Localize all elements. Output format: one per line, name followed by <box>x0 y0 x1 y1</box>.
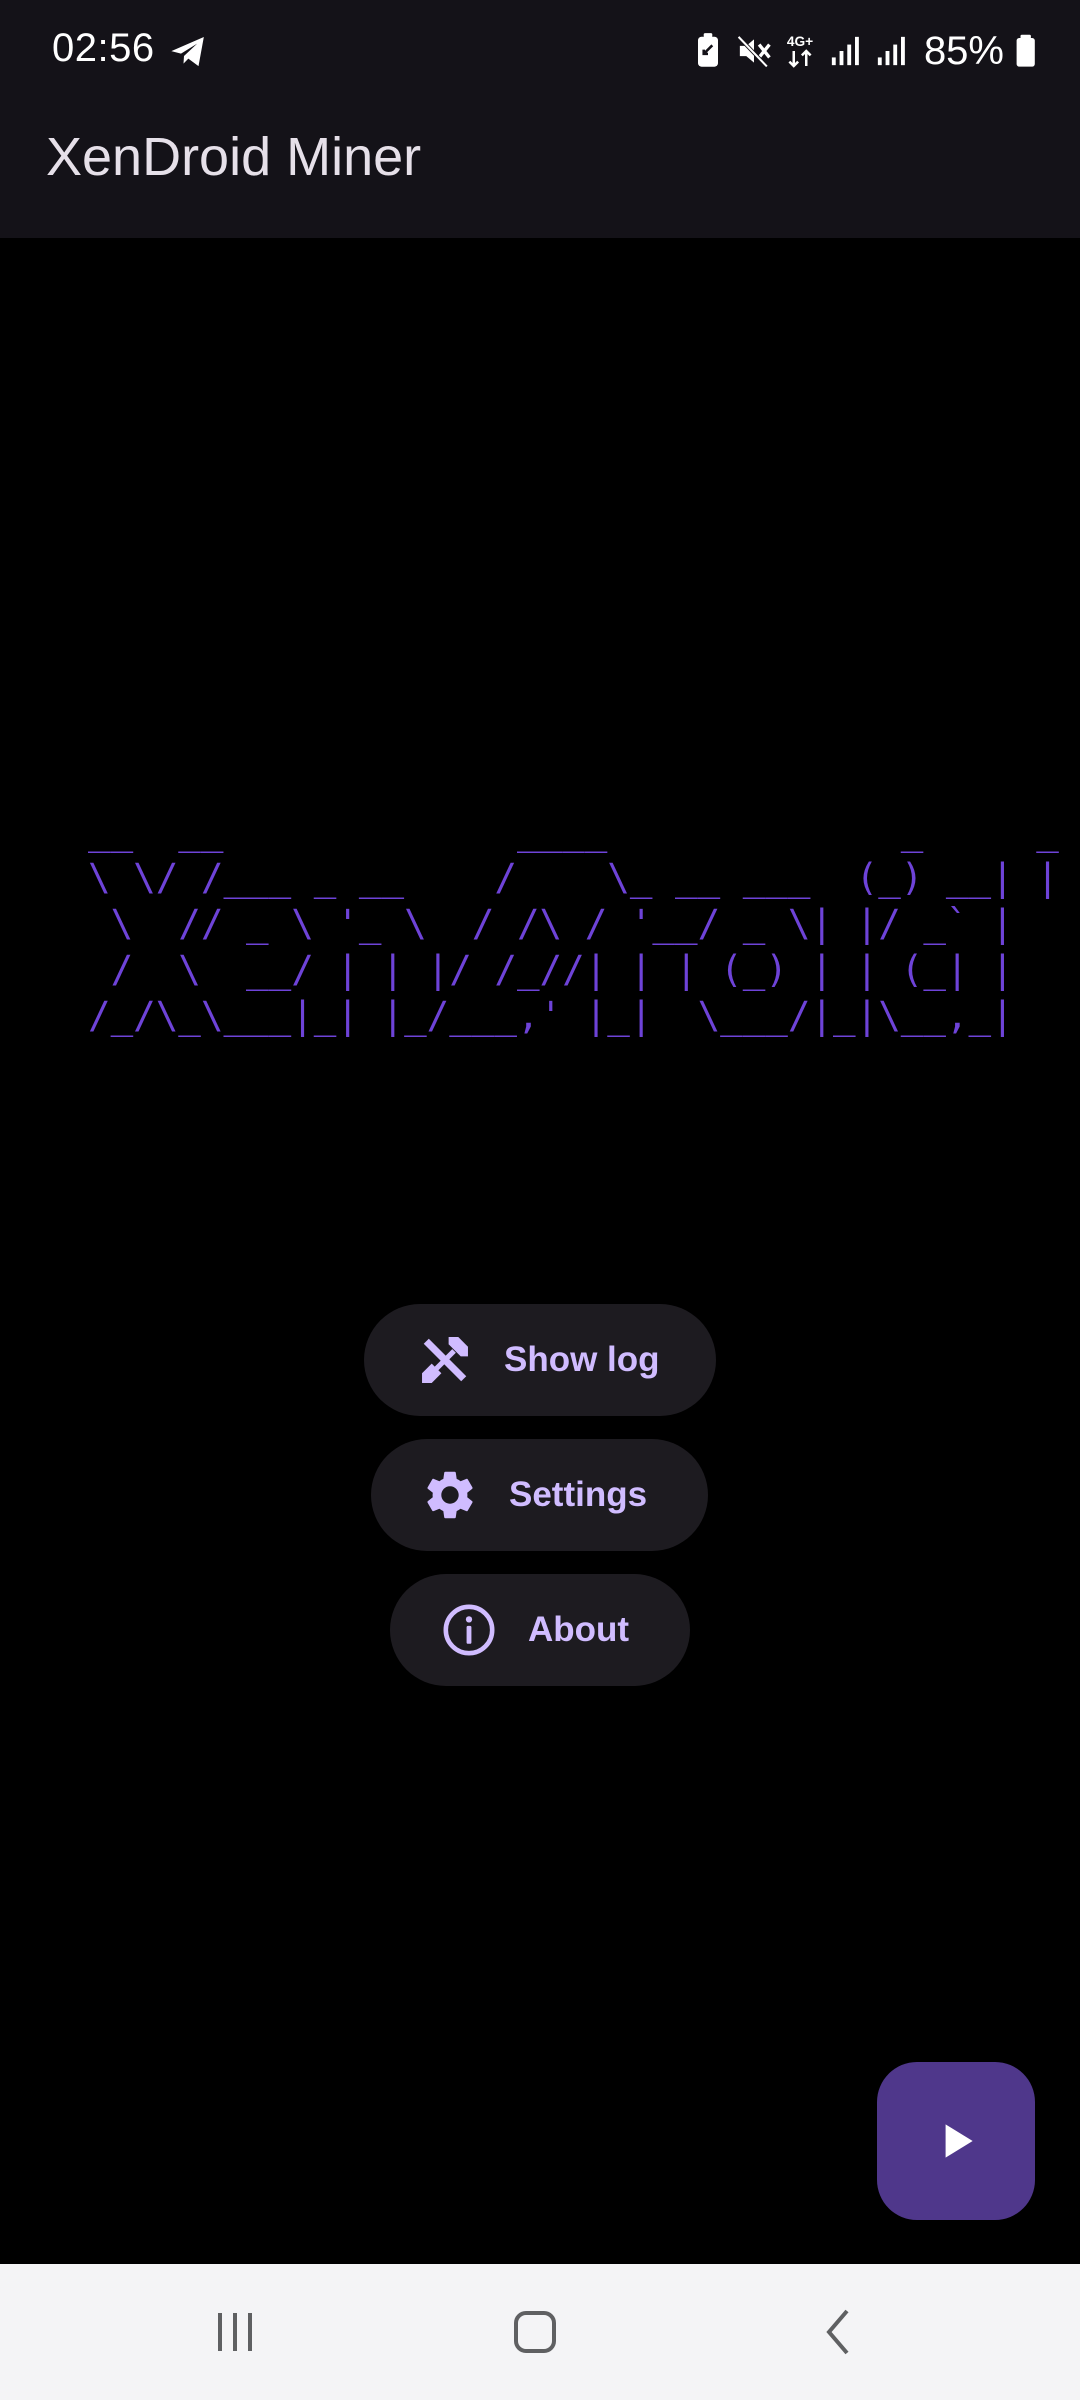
battery-saver-icon <box>697 33 718 67</box>
battery-percent: 85% <box>923 28 1004 73</box>
info-icon <box>443 1604 495 1656</box>
start-mining-fab[interactable] <box>877 2062 1035 2220</box>
app-bar: XenDroid Miner <box>0 102 1080 238</box>
mute-icon <box>737 35 771 68</box>
status-time: 02:56 <box>52 26 155 70</box>
show-log-label: Show log <box>504 1340 660 1379</box>
nav-recents-button[interactable] <box>190 2292 280 2372</box>
recents-icon <box>218 2313 252 2351</box>
nav-home-button[interactable] <box>490 2292 580 2372</box>
gear-icon <box>427 1471 473 1519</box>
play-icon <box>945 2124 973 2158</box>
show-log-button[interactable]: Show log <box>364 1304 716 1416</box>
telegram-icon <box>171 37 204 67</box>
about-label: About <box>528 1610 630 1649</box>
settings-label: Settings <box>509 1475 648 1514</box>
about-button[interactable]: About <box>390 1574 690 1686</box>
svg-text:4G+: 4G+ <box>787 34 813 49</box>
signal-icon <box>831 36 859 66</box>
app-title: XenDroid Miner <box>46 127 422 187</box>
nav-back-button[interactable] <box>795 2292 885 2372</box>
back-icon <box>826 2309 849 2355</box>
navigation-bar <box>0 2264 1080 2400</box>
signal-icon <box>877 36 905 66</box>
status-icons: 4G+ 85% <box>690 26 1040 76</box>
app-screen: 02:56 4G+ 85% XenDroid Miner __ __ ____ … <box>0 0 1080 2400</box>
status-bar: 02:56 4G+ 85% <box>0 0 1080 102</box>
settings-button[interactable]: Settings <box>371 1439 708 1551</box>
network-4g-icon: 4G+ <box>787 34 813 68</box>
battery-icon <box>1016 34 1035 67</box>
home-icon <box>514 2311 556 2353</box>
tools-icon <box>422 1337 468 1383</box>
ascii-logo-banner: __ __ ____ _ _ \ \/ /___ _ __ / \_ __ __… <box>88 809 1059 1037</box>
